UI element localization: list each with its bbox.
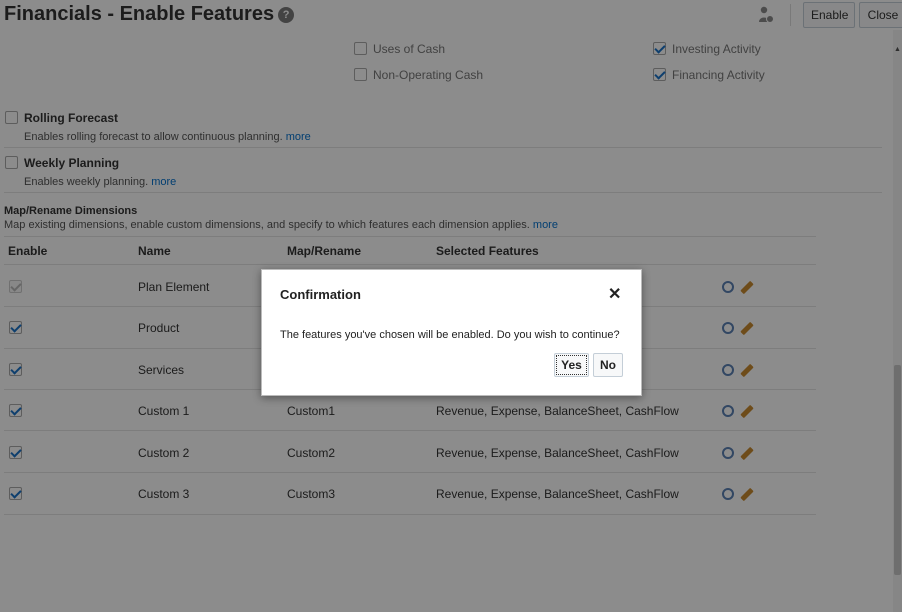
confirmation-dialog: Confirmation ✕ The features you've chose… <box>261 269 642 396</box>
dialog-close-icon[interactable]: ✕ <box>608 284 621 304</box>
dialog-title: Confirmation <box>280 287 361 302</box>
yes-button[interactable]: Yes <box>554 353 589 377</box>
dialog-message: The features you've chosen will be enabl… <box>280 329 620 341</box>
no-button[interactable]: No <box>593 353 623 377</box>
